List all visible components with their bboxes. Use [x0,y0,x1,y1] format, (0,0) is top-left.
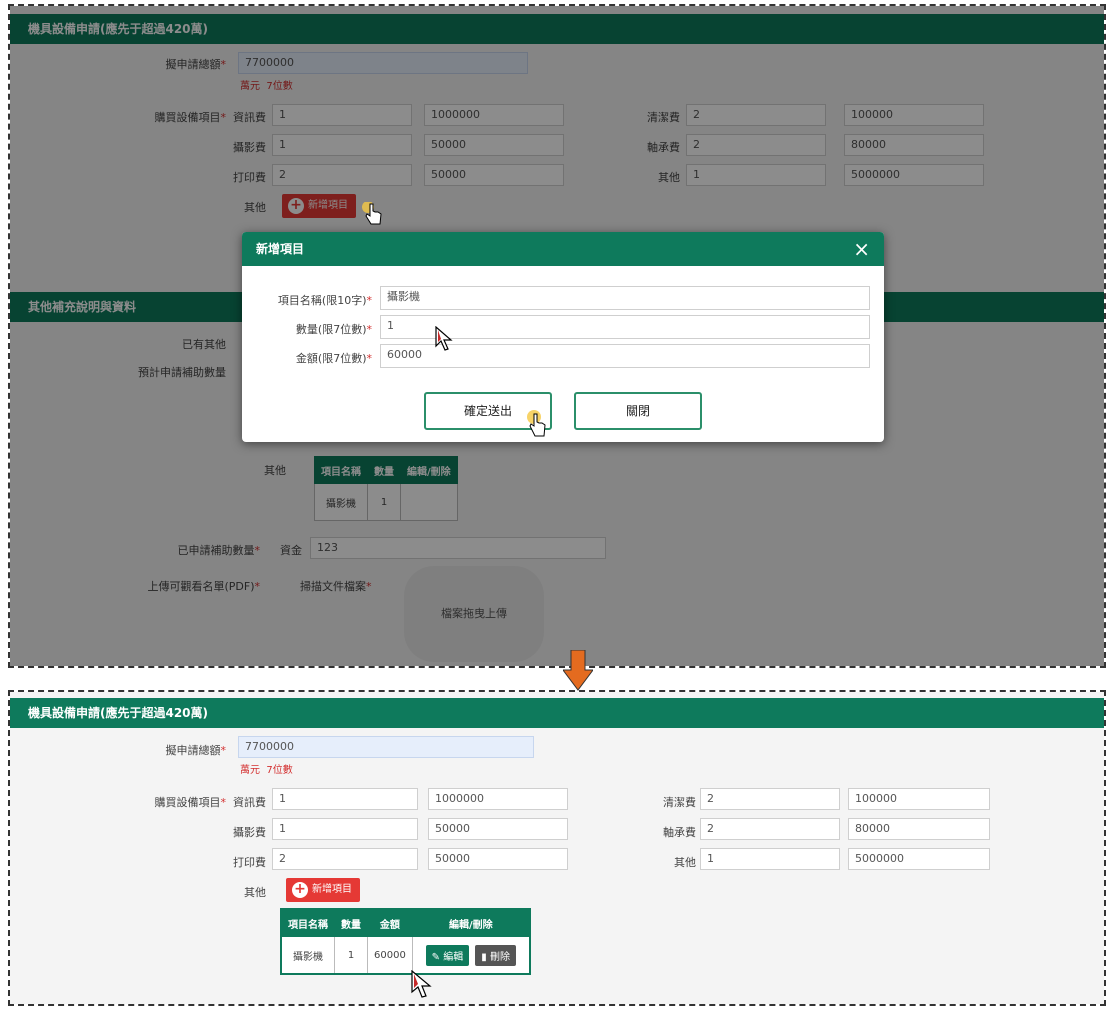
edit-button[interactable]: ✎ 編輯 [425,944,470,966]
table-cell: 1 [334,936,368,975]
apply-amount-hint: 萬元 7位數 [240,765,293,776]
table-header: 數量 [334,908,368,937]
table-cell: 攝影機 [280,936,335,975]
other-label: 其他 [244,886,266,899]
item-amount-input[interactable]: 80000 [848,818,990,840]
down-arrow-icon [563,650,593,691]
pencil-icon: ✎ [431,951,441,963]
item-qty-input[interactable]: 1 [700,848,840,870]
add-item-button[interactable]: + 新增項目 [286,878,360,902]
item-name-label: 軸承費 [663,826,696,839]
table-row: 攝影機 1 60000 ✎ 編輯 ▮ 刪除 [280,936,531,975]
close-icon[interactable]: × [853,232,870,266]
before-screenshot-frame: 機具設備申請(應先于超過420萬) 擬申請總額* 7700000 萬元 7位數 … [8,4,1106,668]
item-qty-input[interactable]: 2 [272,848,418,870]
table-header: 金額 [367,908,413,937]
modal-qty-label: 數量(限7位數)* [295,323,372,336]
item-name-label: 資訊費 [233,796,266,809]
item-qty-input[interactable]: 2 [700,818,840,840]
modal-header: 新增項目 × [242,232,884,266]
table-header: 項目名稱 [280,908,335,937]
arrow-cursor-icon [435,326,453,351]
modal-title: 新增項目 [256,242,305,256]
delete-button[interactable]: ▮ 刪除 [475,944,516,966]
item-qty-input[interactable]: 2 [700,788,840,810]
arrow-cursor-icon [411,970,432,998]
apply-amount-input[interactable]: 7700000 [238,736,534,758]
after-screenshot-frame: 機具設備申請(應先于超過420萬) 擬申請總額* 7700000 萬元 7位數 … [8,690,1106,1006]
hand-cursor-icon [527,410,546,437]
item-name-label: 清潔費 [663,796,696,809]
item-amount-input[interactable]: 100000 [848,788,990,810]
equipment-label: 購買設備項目* [154,796,227,809]
item-name-label: 打印費 [233,856,266,869]
modal-name-label: 項目名稱(限10字)* [277,294,372,307]
item-qty-input[interactable]: 1 [272,818,418,840]
trash-icon: ▮ [481,951,487,963]
apply-amount-label: 擬申請總額* [165,744,227,757]
cancel-button[interactable]: 關閉 [574,392,702,430]
item-amount-input[interactable]: 5000000 [848,848,990,870]
table-cell: 60000 [367,936,413,975]
table-header: 編輯/刪除 [411,908,531,937]
item-qty-input[interactable]: 1 [272,788,418,810]
modal-name-input[interactable]: 攝影機 [380,286,870,310]
item-name-label: 攝影費 [233,826,266,839]
item-amount-input[interactable]: 50000 [428,848,568,870]
item-amount-input[interactable]: 50000 [428,818,568,840]
plus-icon: + [292,882,308,898]
item-amount-input[interactable]: 1000000 [428,788,568,810]
hand-cursor-icon [362,202,382,225]
items-table: 項目名稱 數量 金額 編輯/刪除 攝影機 1 60000 ✎ 編輯 ▮ 刪除 [280,908,531,975]
item-name-label: 其他 [674,856,696,869]
add-item-modal: 新增項目 × 項目名稱(限10字)* 攝影機 數量(限7位數)* 1 金額(限7… [242,232,884,442]
modal-amount-label: 金額(限7位數)* [295,352,372,365]
before-screen: 機具設備申請(應先于超過420萬) 擬申請總額* 7700000 萬元 7位數 … [10,6,1104,666]
after-screen: 機具設備申請(應先于超過420萬) 擬申請總額* 7700000 萬元 7位數 … [10,692,1104,1004]
equipment-section-header: 機具設備申請(應先于超過420萬) [10,698,1104,728]
table-actions-cell: ✎ 編輯 ▮ 刪除 [411,936,531,975]
